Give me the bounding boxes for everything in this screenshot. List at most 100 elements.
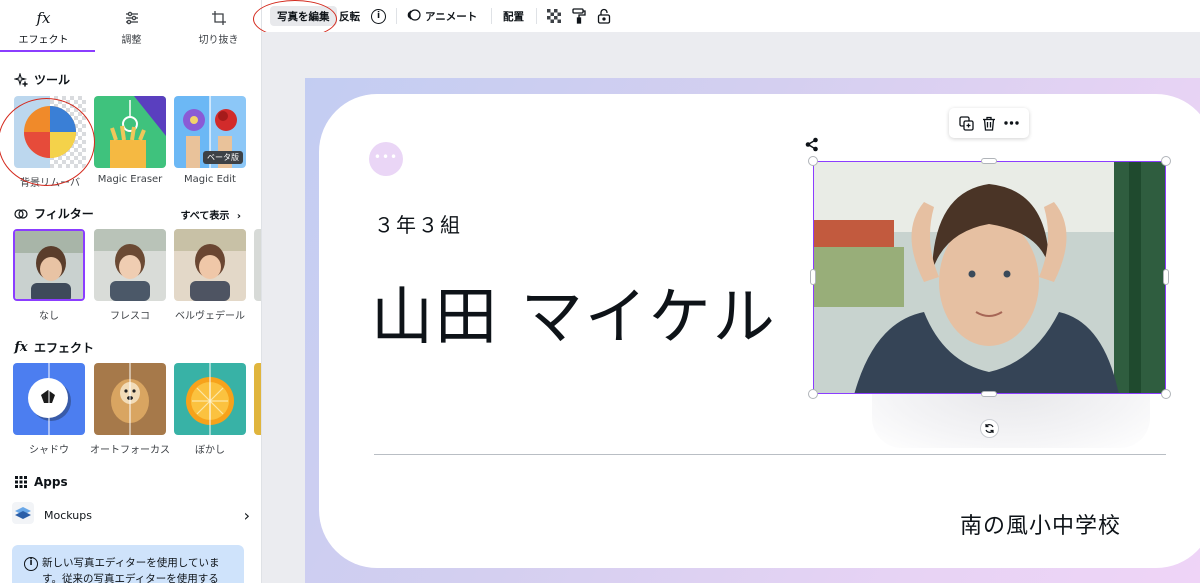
animate-label: アニメート (425, 10, 478, 23)
resize-handle-right[interactable] (1163, 269, 1169, 285)
effect-shadow[interactable] (13, 363, 85, 435)
apps-title: Apps (34, 475, 68, 489)
resize-handle-top-left[interactable] (808, 156, 818, 166)
edit-photo-panel: fx エフェクト 調整 切り抜き ツール 背景リムーバ Magic Eraser… (0, 0, 262, 583)
info-icon: i (24, 557, 38, 571)
paint-roller-button[interactable] (572, 6, 586, 26)
filter-none[interactable] (13, 229, 85, 301)
effects-heading: fx エフェクト (13, 339, 94, 356)
chevron-right-icon: › (236, 211, 241, 222)
effect-autofocus[interactable] (94, 363, 166, 435)
effect-blur[interactable] (174, 363, 246, 435)
filter-next-partial[interactable] (254, 229, 261, 301)
resize-handle-top[interactable] (981, 158, 997, 164)
edit-photo-button[interactable]: 写真を編集 (270, 6, 337, 26)
app-mockups[interactable]: Mockups › (12, 502, 250, 528)
flip-label: 反転 (339, 10, 360, 23)
student-name[interactable]: 山田 マイケル (371, 266, 777, 356)
tab-adjust[interactable]: 調整 (88, 0, 175, 52)
flip-button[interactable]: 反転 (339, 6, 360, 26)
decoration-dots: ••• (369, 142, 403, 176)
tools-heading: ツール (13, 71, 70, 88)
delete-button[interactable] (982, 116, 996, 131)
filter-icon (13, 206, 29, 222)
tab-adjust-label: 調整 (121, 35, 142, 46)
chevron-right-icon: › (243, 505, 250, 525)
filters-title: フィルター (34, 207, 94, 221)
sparkle-icon (13, 72, 29, 88)
rotate-handle[interactable] (980, 419, 999, 438)
more-options-button[interactable] (1004, 121, 1019, 125)
fx-icon: fx (36, 9, 51, 27)
tool-magic-edit-label: Magic Edit (184, 174, 236, 185)
tool-magic-edit[interactable]: ベータ版 (174, 96, 246, 168)
tools-title: ツール (34, 73, 71, 87)
duplicate-button[interactable] (959, 115, 974, 131)
class-label[interactable]: ３年３組 (374, 209, 462, 238)
resize-handle-left[interactable] (810, 269, 816, 285)
lock-button[interactable] (597, 6, 611, 26)
show-all-filters-link[interactable]: すべて表示 › (180, 207, 241, 222)
position-button[interactable]: 配置 (503, 6, 524, 26)
resize-handle-top-right[interactable] (1161, 156, 1171, 166)
animate-icon (407, 8, 421, 25)
filter-fresco-label: フレスコ (110, 311, 150, 322)
share-button[interactable] (805, 137, 819, 156)
mockups-icon (12, 502, 34, 528)
resize-handle-bottom-right[interactable] (1161, 389, 1171, 399)
animate-button[interactable]: アニメート (407, 6, 477, 26)
more-horizontal-icon (1004, 121, 1019, 125)
tool-magic-eraser[interactable] (94, 96, 166, 168)
crop-icon (211, 11, 226, 25)
tab-effects-label: エフェクト (18, 35, 69, 46)
effect-blur-label: ぼかし (195, 445, 225, 456)
effect-next-partial[interactable] (254, 363, 261, 435)
notice-text: 新しい写真エディターを使用していま す。従来の写真エディターを使用する (42, 557, 220, 583)
tool-bg-remover[interactable] (14, 96, 86, 168)
tab-crop-label: 切り抜き (198, 35, 239, 46)
tab-crop[interactable]: 切り抜き (175, 0, 261, 52)
transparency-icon (547, 9, 561, 23)
photo-editor-notice: i 新しい写真エディターを使用していま す。従来の写真エディターを使用する (12, 545, 244, 583)
divider-line (374, 454, 1166, 455)
info-icon: i (371, 8, 386, 24)
duplicate-icon (959, 115, 974, 131)
resize-handle-bottom-left[interactable] (808, 389, 818, 399)
element-floating-toolbar (949, 108, 1029, 138)
tool-magic-eraser-label: Magic Eraser (97, 174, 163, 185)
effect-shadow-label: シャドウ (29, 445, 69, 456)
filter-fresco[interactable] (94, 229, 166, 301)
trash-icon (983, 116, 995, 131)
selected-photo[interactable] (813, 161, 1166, 394)
sliders-icon (125, 11, 138, 25)
app-mockups-label: Mockups (44, 508, 92, 522)
resize-handle-bottom[interactable] (981, 391, 997, 397)
edit-photo-label: 写真を編集 (277, 10, 330, 23)
transparency-button[interactable] (547, 6, 561, 26)
panel-tabs: fx エフェクト 調整 切り抜き (0, 0, 261, 52)
grid-icon (13, 474, 29, 490)
fx-glyph: fx (14, 340, 28, 355)
fx-icon: fx (13, 340, 29, 356)
filter-none-label: なし (39, 311, 59, 322)
apps-heading: Apps (13, 474, 68, 490)
share-icon (805, 137, 818, 152)
top-toolbar: 写真を編集 反転 i アニメート 配置 (262, 0, 1200, 32)
toolbar-divider (396, 8, 397, 24)
tab-effects[interactable]: fx エフェクト (0, 0, 95, 52)
toolbar-divider (491, 8, 492, 24)
effects-title: エフェクト (34, 341, 95, 355)
tool-bg-remover-label: 背景リムーバ (20, 178, 80, 189)
filter-belvedere-label: ベルヴェデール (175, 311, 245, 322)
beta-badge: ベータ版 (203, 151, 243, 164)
rotate-icon (985, 424, 994, 433)
effect-autofocus-label: オートフォーカス (90, 445, 170, 456)
show-all-label: すべて表示 (180, 211, 230, 222)
toolbar-divider (536, 8, 537, 24)
filters-heading: フィルター (13, 205, 94, 222)
school-name[interactable]: 南の風小中学校 (960, 508, 1121, 540)
info-button[interactable]: i (371, 6, 386, 26)
paint-roller-icon (572, 8, 586, 24)
filter-belvedere[interactable] (174, 229, 246, 301)
unlock-icon (597, 8, 611, 24)
